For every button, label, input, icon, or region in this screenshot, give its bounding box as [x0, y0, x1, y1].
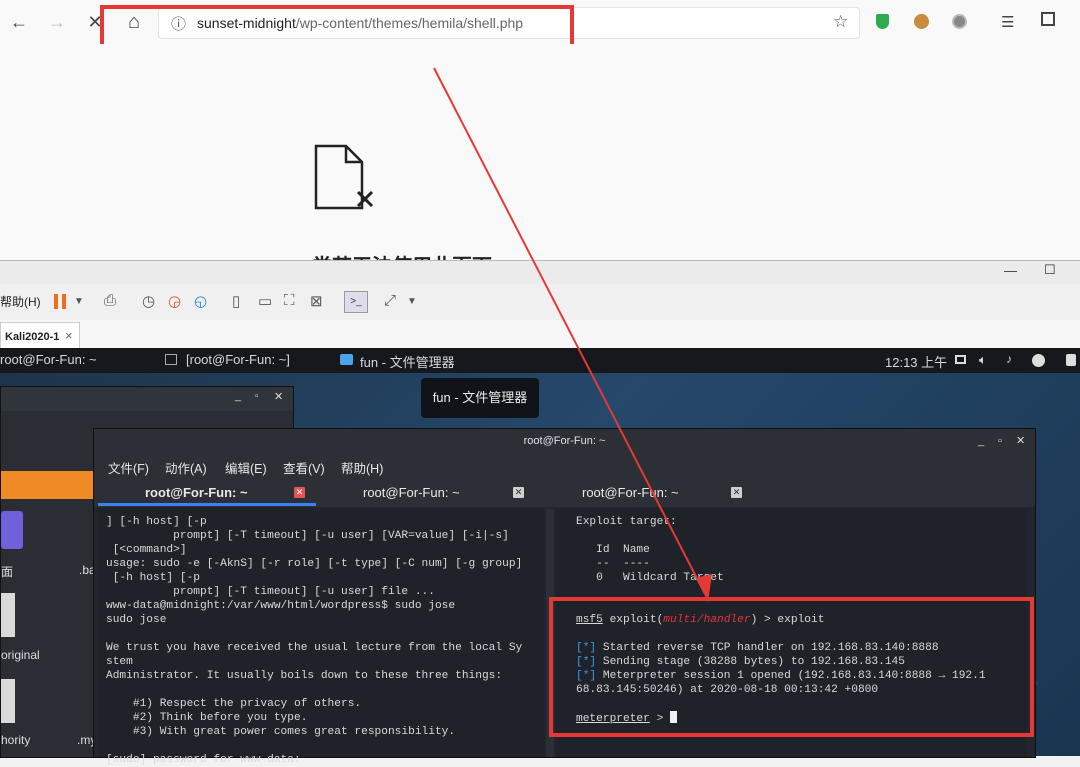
annotation-arrow [433, 67, 712, 602]
